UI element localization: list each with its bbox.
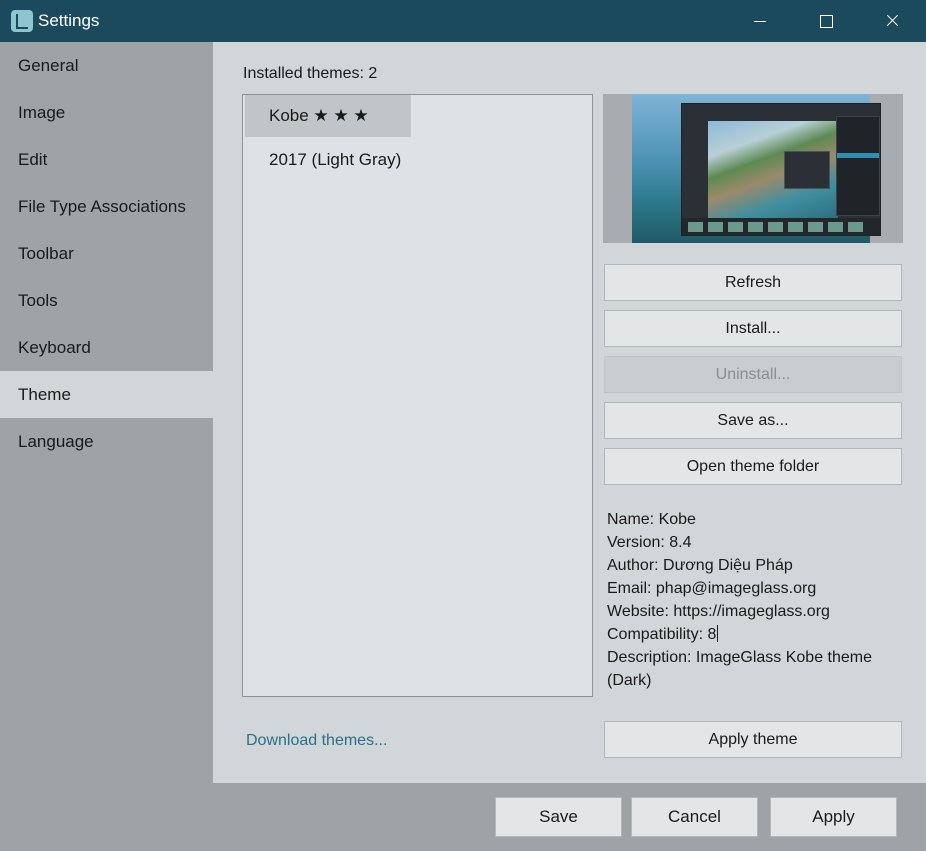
preview-thumbnail (708, 222, 723, 232)
dialog-footer: Save Cancel Apply (0, 783, 926, 851)
theme-name-text: Name: Kobe (607, 511, 696, 528)
theme-compatibility-row: Compatibility: 8 (607, 623, 907, 646)
save-button[interactable]: Save (495, 797, 622, 837)
title-bar: Settings (0, 0, 926, 42)
sidebar-item-keyboard[interactable]: Keyboard (0, 324, 213, 371)
theme-settings-panel: Installed themes: 2 Kobe ★ ★ ★ 2017 (Lig… (213, 42, 926, 783)
open-theme-folder-button[interactable]: Open theme folder (604, 448, 902, 485)
settings-sidebar: General Image Edit File Type Association… (0, 42, 213, 783)
theme-item-2017-light-gray[interactable]: 2017 (Light Gray) (245, 139, 411, 181)
preview-thumbnail (768, 222, 783, 232)
uninstall-button[interactable]: Uninstall... (604, 356, 902, 393)
theme-compatibility-text: Compatibility: 8 (607, 626, 717, 643)
minimize-button[interactable] (727, 0, 793, 42)
apply-button[interactable]: Apply (770, 797, 897, 837)
preview-thumbnail (748, 222, 763, 232)
preview-thumbnail (788, 222, 803, 232)
theme-list[interactable]: Kobe ★ ★ ★ 2017 (Light Gray) (242, 94, 593, 697)
save-as-button[interactable]: Save as... (604, 402, 902, 439)
theme-item-kobe[interactable]: Kobe ★ ★ ★ (245, 95, 411, 137)
theme-version-text: Version: 8.4 (607, 534, 692, 551)
refresh-button[interactable]: Refresh (604, 264, 902, 301)
installed-themes-label: Installed themes: 2 (243, 65, 378, 82)
preview-desktop-background (632, 94, 881, 243)
sidebar-item-toolbar[interactable]: Toolbar (0, 230, 213, 277)
close-button[interactable] (859, 0, 925, 42)
cancel-button[interactable]: Cancel (631, 797, 758, 837)
theme-preview-image (603, 94, 903, 243)
sidebar-item-theme[interactable]: Theme (0, 371, 213, 418)
text-caret (717, 625, 719, 642)
sidebar-item-edit[interactable]: Edit (0, 136, 213, 183)
maximize-button[interactable] (793, 0, 859, 42)
apply-theme-button[interactable]: Apply theme (604, 721, 902, 758)
sidebar-item-general[interactable]: General (0, 42, 213, 89)
sidebar-item-tools[interactable]: Tools (0, 277, 213, 324)
sidebar-item-file-type-associations[interactable]: File Type Associations (0, 183, 213, 230)
preview-app-window (681, 103, 881, 236)
imageglass-app-icon (11, 10, 33, 32)
install-button[interactable]: Install... (604, 310, 902, 347)
preview-thumbnail (728, 222, 743, 232)
theme-author-text: Author: Dương Diệu Pháp (607, 557, 793, 574)
theme-website-text: Website: https://imageglass.org (607, 603, 830, 620)
preview-context-menu (784, 151, 830, 189)
preview-thumbnail (848, 222, 863, 232)
theme-email-text: Email: phap@imageglass.org (607, 580, 817, 597)
preview-thumbnail (828, 222, 843, 232)
window-title: Settings (38, 11, 100, 30)
sidebar-item-image[interactable]: Image (0, 89, 213, 136)
preview-thumbnail (688, 222, 703, 232)
theme-description-text: Description: ImageGlass Kobe theme (Dark… (607, 649, 873, 689)
download-themes-link[interactable]: Download themes... (246, 732, 387, 750)
preview-main-menu (836, 116, 880, 216)
theme-info: Name: Kobe Version: 8.4 Author: Dương Di… (607, 508, 907, 692)
preview-thumbnail (808, 222, 823, 232)
sidebar-item-language[interactable]: Language (0, 418, 213, 465)
